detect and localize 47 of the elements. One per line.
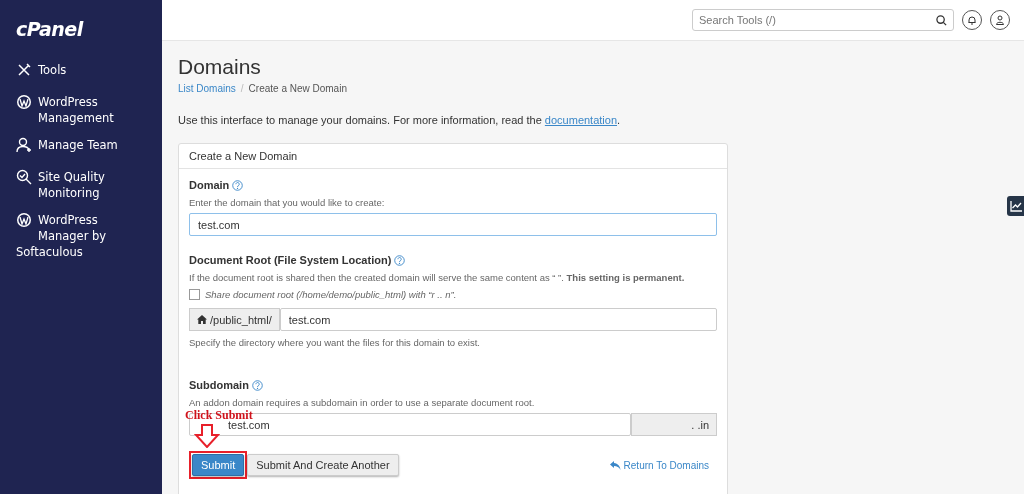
search-icon <box>936 14 947 26</box>
down-arrow-icon <box>194 424 220 448</box>
submit-button[interactable]: Submit <box>192 454 245 476</box>
checkbox-label: Share document root (/home/demo/public_html) with “r .. n”. <box>205 289 457 300</box>
sidebar-item[interactable]: Tools <box>16 62 162 78</box>
sidebar-item[interactable]: Site Quality Monitoring <box>16 169 162 201</box>
sidebar-item[interactable]: WordPress Manager by Softaculous <box>16 212 162 260</box>
help-icon[interactable] <box>251 379 263 391</box>
notifications-button[interactable] <box>962 10 982 30</box>
cpanel-logo[interactable]: cPanel <box>16 18 83 40</box>
breadcrumb-current: Create a New Domain <box>248 83 347 94</box>
breadcrumb-link[interactable]: List Domains <box>178 83 236 94</box>
breadcrumb-separator: / <box>240 83 244 94</box>
share-checkbox[interactable] <box>189 289 200 300</box>
field-hint: Enter the domain that you would like to create: <box>189 196 386 209</box>
sidebar-item[interactable]: Manage Team <box>16 137 162 153</box>
reply-arrow-icon <box>609 460 621 470</box>
user-add-icon <box>16 137 32 153</box>
chart-icon <box>1009 200 1022 212</box>
prefix-text: /public_html/ <box>210 313 272 326</box>
field-label: Subdomain <box>189 379 249 391</box>
field-hint: An addon domain requires a subdomain in order to use a separate document root. <box>189 396 536 409</box>
page-title: Domains <box>178 55 261 79</box>
field-label: Domain <box>189 179 230 191</box>
card-title: Create a New Domain <box>179 144 727 169</box>
magnifier-check-icon <box>16 169 32 185</box>
sidebar-item[interactable]: WordPress Management <box>16 94 162 126</box>
docroot-input[interactable]: test.com <box>279 308 717 331</box>
field-hint: If the document root is shared then the created domain will serve the same content as “ ”. This setting is permanent. <box>189 271 686 284</box>
submit-another-button[interactable]: Submit And Create Another <box>247 454 399 476</box>
bell-icon <box>967 15 977 25</box>
help-icon[interactable] <box>232 179 244 191</box>
home-icon <box>197 315 207 324</box>
wordpress-icon <box>16 94 32 110</box>
return-link[interactable]: Return To Domains <box>609 459 709 471</box>
domain-suffix: . .in <box>631 413 717 436</box>
domain-input[interactable]: test.com <box>189 213 717 236</box>
chart-tab[interactable] <box>1007 196 1024 216</box>
field-label: Document Root (File System Location) <box>189 254 392 266</box>
intro-text: Use this interface to manage your domains. For more information, read the documentation. <box>178 114 622 126</box>
tools-icon <box>16 62 32 78</box>
field-hint: Specify the directory where you want the files for this domain to exist. <box>189 336 481 349</box>
help-icon[interactable] <box>394 254 406 266</box>
wordpress-icon <box>16 212 32 228</box>
search-field[interactable]: Search Tools (/) <box>692 9 954 31</box>
user-icon <box>995 15 1005 25</box>
user-button[interactable] <box>990 10 1010 30</box>
